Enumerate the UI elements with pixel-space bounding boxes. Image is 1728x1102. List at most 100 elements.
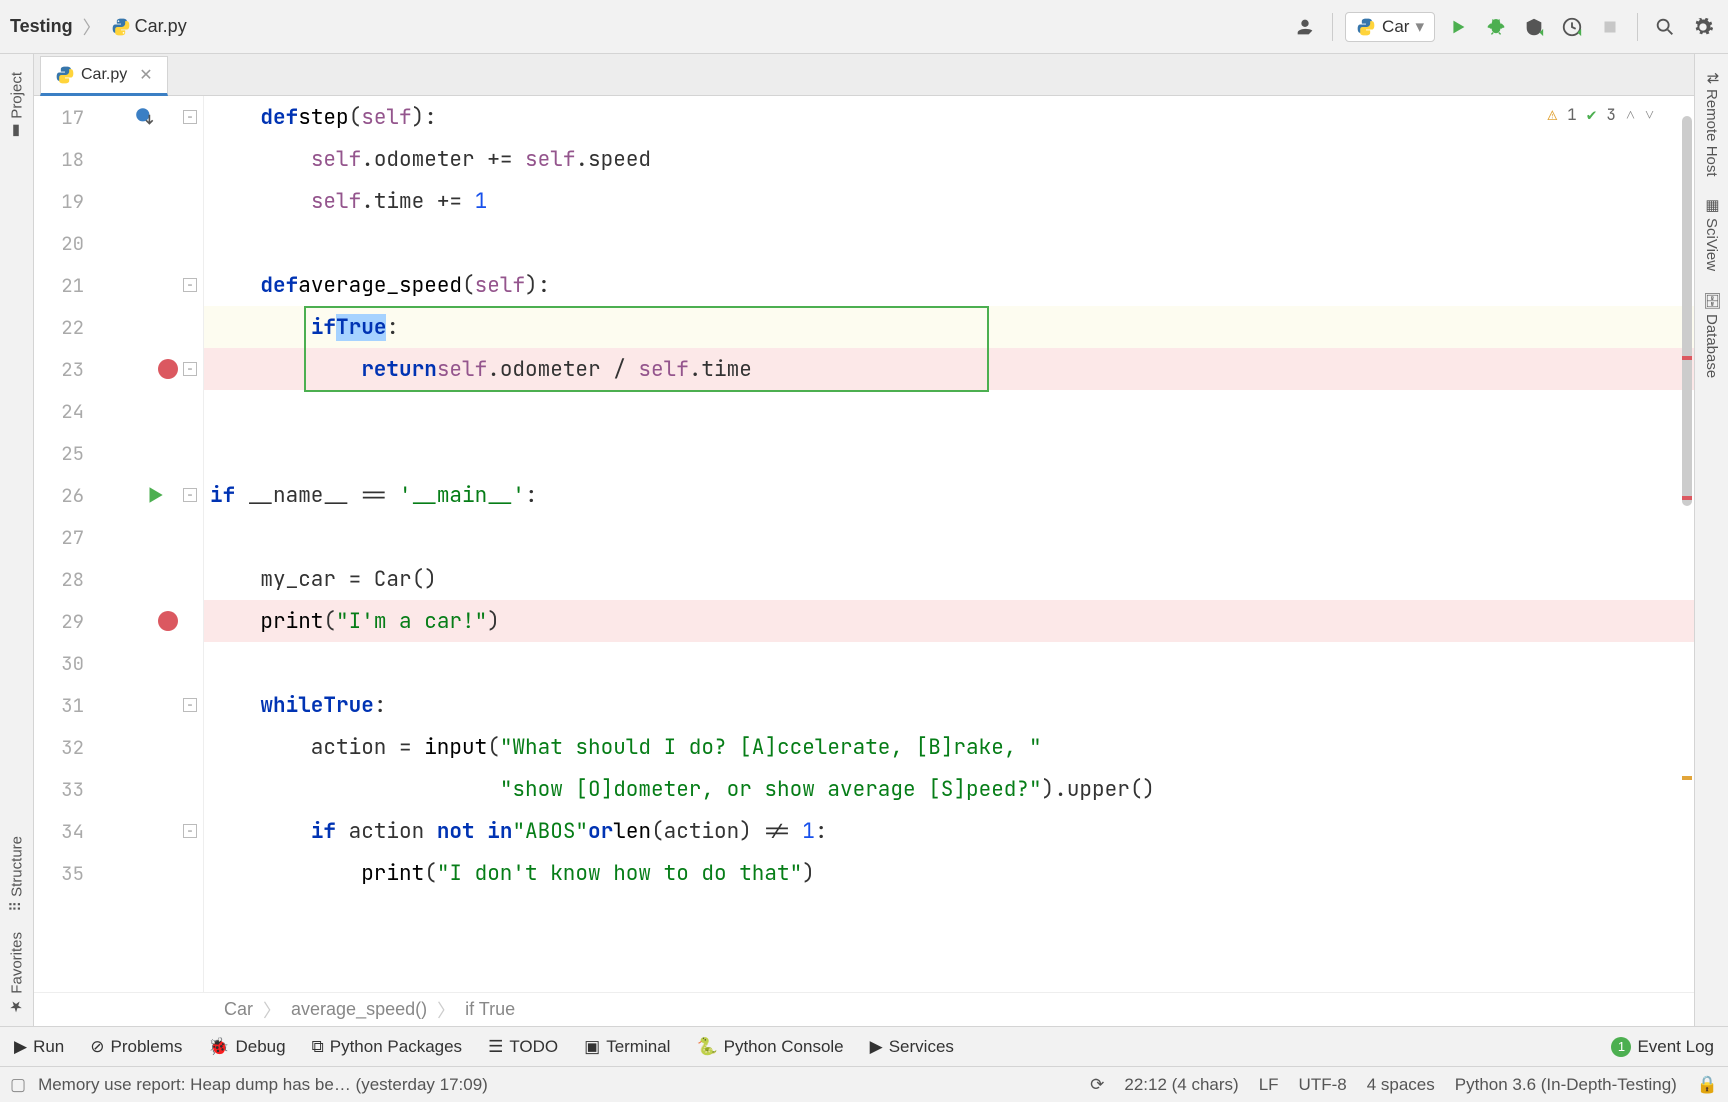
database-tool-label: Database <box>1703 314 1720 378</box>
python-interpreter[interactable]: Python 3.6 (In-Depth-Testing) <box>1455 1075 1677 1095</box>
gutter-row[interactable]: 27 <box>34 516 203 558</box>
inspections-widget[interactable]: ⚠ 1 ✔ 3 ˄ ˅ <box>1547 104 1654 125</box>
fold-icon[interactable]: − <box>183 824 197 838</box>
code-line[interactable]: if action not in "ABOS" or len(action) !… <box>204 810 1694 852</box>
console-tool-button[interactable]: 🐍Python Console <box>696 1037 843 1057</box>
run-config-selector[interactable]: Car ▾ <box>1345 12 1435 42</box>
line-number: 25 <box>34 441 90 466</box>
crumb-item[interactable]: Car <box>224 999 253 1020</box>
crumb-separator: 〉 <box>263 997 281 1023</box>
run-button[interactable] <box>1443 12 1473 42</box>
gutter-row[interactable]: 32 <box>34 726 203 768</box>
cursor-position[interactable]: 22:12 (4 chars) <box>1124 1075 1238 1095</box>
crumb-item[interactable]: if True <box>465 999 515 1020</box>
gutter-row[interactable]: 17− <box>34 96 203 138</box>
search-button[interactable] <box>1650 12 1680 42</box>
gutter-row[interactable]: 26− <box>34 474 203 516</box>
line-number: 23 <box>34 357 90 382</box>
gutter-row[interactable]: 29 <box>34 600 203 642</box>
code-line[interactable]: def step(self): <box>204 96 1694 138</box>
lock-icon[interactable]: 🔒 <box>1697 1075 1718 1095</box>
indent-config[interactable]: 4 spaces <box>1367 1075 1435 1095</box>
code-line[interactable]: my_car = Car() <box>204 558 1694 600</box>
code-line[interactable]: self.odometer += self.speed <box>204 138 1694 180</box>
gutter-row[interactable]: 28 <box>34 558 203 600</box>
terminal-tool-button[interactable]: ▣Terminal <box>584 1037 670 1057</box>
breakpoint-icon[interactable] <box>158 611 178 631</box>
breadcrumb-file[interactable]: Car.py <box>135 16 187 37</box>
code-line[interactable] <box>204 642 1694 684</box>
debug-button[interactable] <box>1481 12 1511 42</box>
gutter-row[interactable]: 33 <box>34 768 203 810</box>
gutter[interactable]: 17−18192021−2223−242526−2728293031−32333… <box>34 96 204 992</box>
code-line[interactable]: action = input("What should I do? [A]cce… <box>204 726 1694 768</box>
fold-icon[interactable]: − <box>183 110 197 124</box>
code-line[interactable]: def average_speed(self): <box>204 264 1694 306</box>
line-separator[interactable]: LF <box>1259 1075 1279 1095</box>
debug-tool-button[interactable]: 🐞Debug <box>208 1037 285 1057</box>
code-area[interactable]: ⚠ 1 ✔ 3 ˄ ˅ def step(self): self.odomete… <box>204 96 1694 992</box>
gutter-row[interactable]: 34− <box>34 810 203 852</box>
code-line[interactable]: while True: <box>204 684 1694 726</box>
gutter-row[interactable]: 20 <box>34 222 203 264</box>
editor-tab[interactable]: Car.py ✕ <box>40 56 168 96</box>
profile-button[interactable] <box>1557 12 1587 42</box>
line-number: 21 <box>34 273 90 298</box>
file-encoding[interactable]: UTF-8 <box>1299 1075 1347 1095</box>
code-line[interactable] <box>204 222 1694 264</box>
sciview-tool-button[interactable]: ▦ SciView <box>1703 196 1721 271</box>
status-message[interactable]: Memory use report: Heap dump has be… (ye… <box>38 1075 488 1095</box>
event-log-tool-button[interactable]: 1Event Log <box>1611 1037 1714 1057</box>
tab-close-icon[interactable]: ✕ <box>139 65 152 85</box>
chevron-down-icon[interactable]: ˅ <box>1645 104 1654 125</box>
code-line[interactable]: print("I don't know how to do that") <box>204 852 1694 894</box>
code-line[interactable] <box>204 432 1694 474</box>
fold-icon[interactable]: − <box>183 278 197 292</box>
run-tool-button[interactable]: ▶Run <box>14 1037 64 1057</box>
code-line[interactable]: if True: <box>204 306 1694 348</box>
gutter-row[interactable]: 24 <box>34 390 203 432</box>
user-icon[interactable] <box>1290 12 1320 42</box>
breadcrumb-project[interactable]: Testing <box>10 16 73 37</box>
run-gutter-icon[interactable] <box>144 484 166 506</box>
chevron-up-icon[interactable]: ˄ <box>1626 104 1635 125</box>
code-line[interactable]: print("I'm a car!") <box>204 600 1694 642</box>
code-line[interactable] <box>204 516 1694 558</box>
database-icon: 🗄 <box>1703 291 1721 310</box>
editor-body[interactable]: 17−18192021−2223−242526−2728293031−32333… <box>34 96 1694 992</box>
gutter-row[interactable]: 18 <box>34 138 203 180</box>
code-line[interactable]: return self.odometer / self.time <box>204 348 1694 390</box>
error-stripe[interactable] <box>1678 96 1692 992</box>
code-line[interactable]: if __name__ == '__main__': <box>204 474 1694 516</box>
gutter-row[interactable]: 30 <box>34 642 203 684</box>
project-tool-button[interactable]: ▮ Project <box>8 72 26 141</box>
gutter-row[interactable]: 23 − <box>34 348 203 390</box>
fold-icon[interactable]: − <box>183 488 197 502</box>
tool-window-icon[interactable]: ▢ <box>10 1075 26 1095</box>
fold-icon[interactable]: − <box>183 698 197 712</box>
structure-tool-button[interactable]: ⠿ Structure <box>8 836 26 912</box>
problems-tool-button[interactable]: ⊘Problems <box>90 1037 182 1057</box>
settings-button[interactable] <box>1688 12 1718 42</box>
packages-tool-button[interactable]: ⧉Python Packages <box>312 1037 462 1057</box>
coverage-button[interactable] <box>1519 12 1549 42</box>
gutter-row[interactable]: 22 <box>34 306 203 348</box>
remote-host-tool-button[interactable]: ⇅ Remote Host <box>1703 72 1721 176</box>
services-tool-button[interactable]: ▶Services <box>870 1037 954 1057</box>
override-icon[interactable] <box>134 106 156 128</box>
sync-icon[interactable]: ⟳ <box>1090 1075 1104 1095</box>
gutter-row[interactable]: 25 <box>34 432 203 474</box>
todo-tool-button[interactable]: ☰TODO <box>488 1037 558 1057</box>
gutter-row[interactable]: 35 <box>34 852 203 894</box>
fold-icon[interactable]: − <box>183 362 197 376</box>
code-line[interactable]: "show [O]dometer, or show average [S]pee… <box>204 768 1694 810</box>
favorites-tool-button[interactable]: ★ Favorites <box>8 932 26 1016</box>
crumb-item[interactable]: average_speed() <box>291 999 427 1020</box>
gutter-row[interactable]: 21 − <box>34 264 203 306</box>
code-line[interactable] <box>204 390 1694 432</box>
breakpoint-icon[interactable] <box>158 359 178 379</box>
code-line[interactable]: self.time += 1 <box>204 180 1694 222</box>
database-tool-button[interactable]: 🗄 Database <box>1703 291 1721 378</box>
gutter-row[interactable]: 31− <box>34 684 203 726</box>
gutter-row[interactable]: 19 <box>34 180 203 222</box>
